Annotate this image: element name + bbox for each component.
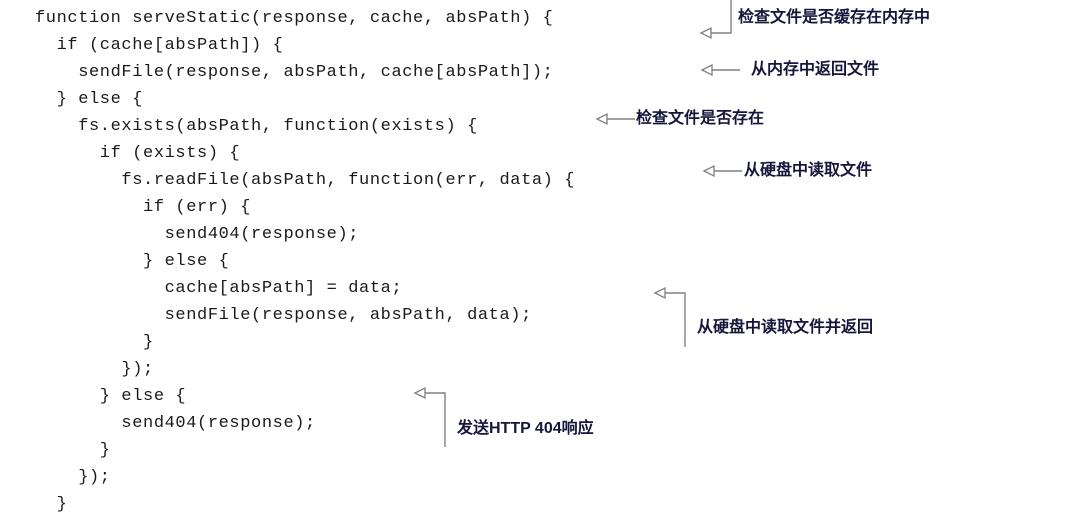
code-line: if (err) { <box>35 198 252 217</box>
figure-canvas: function serveStatic(response, cache, ab… <box>0 0 1072 522</box>
code-line: fs.readFile(absPath, function(err, data)… <box>35 171 576 190</box>
code-line: if (cache[absPath]) { <box>35 36 284 55</box>
code-line: } <box>35 441 111 460</box>
code-line: }); <box>35 468 111 487</box>
code-line: } else { <box>35 387 187 406</box>
code-line: } else { <box>35 252 230 271</box>
code-line: function serveStatic(response, cache, ab… <box>35 9 554 28</box>
code-line: sendFile(response, absPath, cache[absPat… <box>35 63 554 82</box>
annotation-check-cache: 检查文件是否缓存在内存中 <box>738 9 931 26</box>
code-line: sendFile(response, absPath, data); <box>35 306 532 325</box>
annotation-read-disk-and-return: 从硬盘中读取文件并返回 <box>697 319 874 336</box>
annotation-check-file-exists: 检查文件是否存在 <box>636 110 765 127</box>
code-line: } <box>35 495 68 514</box>
annotation-send-http-404: 发送HTTP 404响应 <box>457 420 594 437</box>
arrow-return-from-memory <box>690 59 752 81</box>
code-line: if (exists) { <box>35 144 241 163</box>
code-line: } <box>35 518 575 522</box>
annotation-return-from-memory: 从内存中返回文件 <box>751 61 880 78</box>
code-line: send404(response); <box>35 225 360 244</box>
code-line: } <box>35 333 154 352</box>
code-line: } else { <box>35 90 144 109</box>
annotation-read-from-disk: 从硬盘中读取文件 <box>744 162 873 179</box>
code-line: }); <box>35 360 154 379</box>
code-block: function serveStatic(response, cache, ab… <box>35 5 575 522</box>
code-line: fs.exists(absPath, function(exists) { <box>35 117 478 136</box>
code-line: cache[absPath] = data; <box>35 279 403 298</box>
